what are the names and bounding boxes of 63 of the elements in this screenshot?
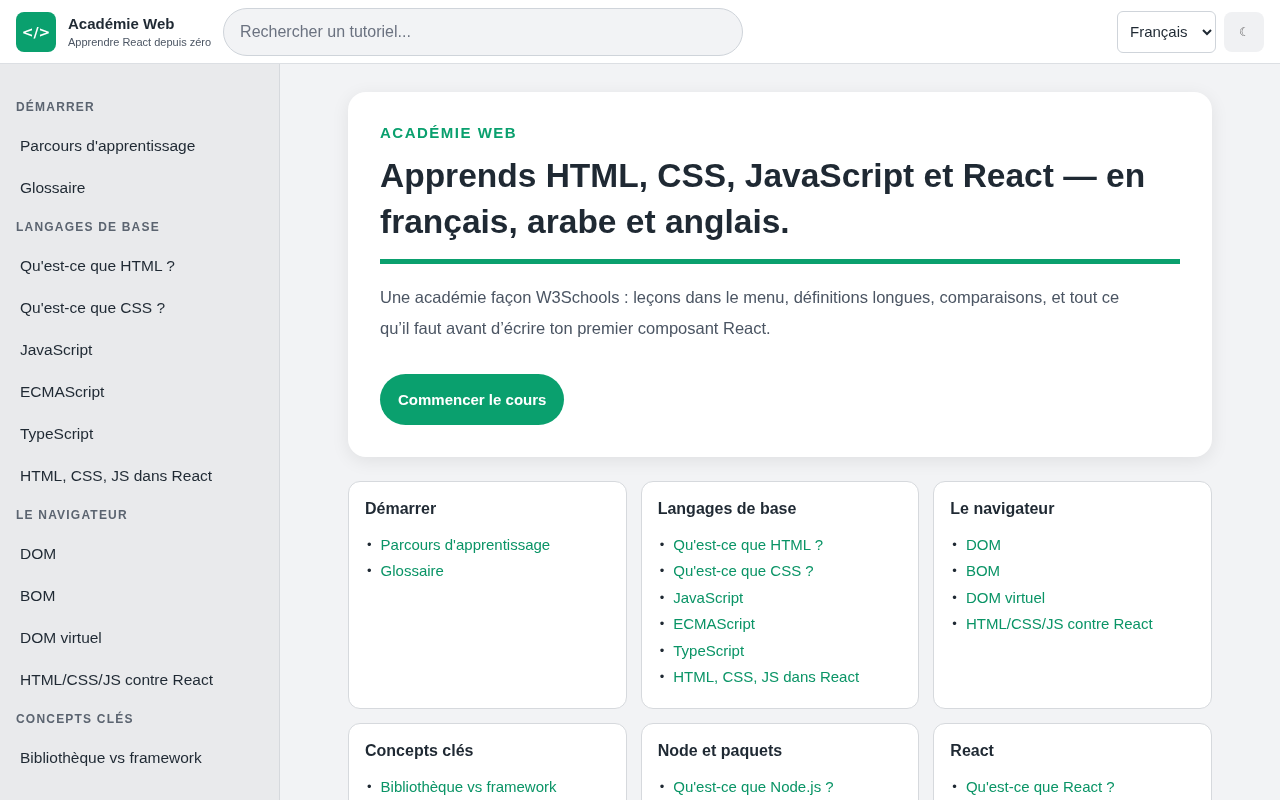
sidebar-section-title: LANGAGES DE BASE (16, 220, 161, 234)
bullet-icon: • (659, 532, 665, 559)
card-title: Langages de base (657, 500, 798, 518)
bullet-icon: • (659, 664, 665, 691)
topic-link[interactable]: BOM (965, 558, 1001, 585)
start-course-button[interactable]: Commencer le cours (380, 374, 565, 425)
bullet-icon: • (367, 774, 372, 800)
topic-link[interactable]: HTML, CSS, JS dans React (673, 664, 860, 691)
bullet-icon: • (952, 558, 957, 585)
sidebar-item[interactable]: Parcours d'apprentissage (16, 126, 263, 166)
card-title: Node et paquets (657, 742, 784, 760)
bullet-icon: • (367, 558, 372, 585)
sidebar-item[interactable]: HTML/CSS/JS contre React (16, 660, 263, 700)
hero-eyebrow: ACADÉMIE WEB (380, 124, 519, 141)
topic-link[interactable]: Qu'est-ce que CSS ? (673, 558, 814, 585)
bullet-icon: • (659, 558, 665, 585)
bullet-icon: • (659, 584, 665, 612)
site-title: Académie Web (68, 15, 176, 32)
site-subtitle: Apprendre React depuis zéro (68, 36, 212, 48)
logo-icon: </> (16, 11, 56, 52)
card-title: React (950, 742, 995, 760)
topic-link[interactable]: HTML/CSS/JS contre React (965, 611, 1153, 638)
hero-title: Apprends HTML, CSS, JavaScript et React — en français, arabe et anglais. (380, 153, 1180, 264)
bullet-icon: • (367, 532, 372, 559)
sidebar-item[interactable]: Qu'est-ce que CSS ? (16, 288, 263, 328)
theme-toggle-button[interactable]: ☾ (1224, 11, 1264, 52)
sidebar-item[interactable]: HTML, CSS, JS dans React (16, 456, 263, 496)
bullet-icon: • (952, 532, 957, 559)
sidebar-section-title: LE NAVIGATEUR (16, 508, 129, 522)
bullet-icon: • (659, 774, 665, 800)
topic-link[interactable]: Qu'est-ce que React ? (965, 774, 1115, 800)
card-title: Concepts clés (365, 742, 475, 760)
topic-link[interactable]: Qu'est-ce que HTML ? (673, 532, 824, 559)
bullet-icon: • (659, 637, 665, 665)
topic-link[interactable]: DOM (965, 532, 1001, 559)
bullet-icon: • (952, 611, 957, 638)
sidebar-section-title: DÉMARRER (16, 100, 96, 114)
sidebar-item[interactable]: BOM (16, 576, 263, 616)
search-field[interactable]: Rechercher un tutoriel... (223, 7, 744, 56)
topic-link[interactable]: Glossaire (380, 558, 444, 585)
sidebar-item[interactable]: ECMAScript (16, 372, 263, 412)
sidebar-item[interactable]: JavaScript (16, 330, 263, 370)
card-title: Le navigateur (950, 500, 1056, 518)
topic-link[interactable]: ECMAScript (673, 611, 755, 638)
topic-link[interactable]: DOM virtuel (965, 584, 1046, 612)
sidebar-item[interactable]: DOM (16, 534, 263, 574)
topic-link[interactable]: Qu'est-ce que Node.js ? (673, 774, 834, 800)
topic-link[interactable]: Bibliothèque vs framework (380, 774, 557, 800)
topic-link[interactable]: TypeScript (673, 637, 745, 665)
sidebar-item[interactable]: Bibliothèque vs framework (16, 738, 263, 778)
sidebar-item[interactable]: TypeScript (16, 414, 263, 454)
bullet-icon: • (952, 774, 957, 800)
card-title: Démarrer (365, 500, 438, 518)
sidebar-item[interactable]: DOM virtuel (16, 618, 263, 658)
sidebar-item[interactable]: Glossaire (16, 168, 263, 208)
bullet-icon: • (952, 584, 957, 612)
sidebar-item[interactable]: Qu'est-ce que HTML ? (16, 246, 263, 286)
hero-text: Une académie façon W3Schools : leçons dans le menu, définitions longues, comparaisons, et tout ce qu’il faut avant d’écrire ton premier composant React. (380, 287, 1121, 339)
language-select[interactable]: Français (1117, 10, 1216, 53)
bullet-icon: • (659, 611, 665, 638)
topic-link[interactable]: JavaScript (673, 584, 744, 612)
sidebar-section-title: CONCEPTS CLÉS (16, 712, 135, 726)
topic-link[interactable]: Parcours d'apprentissage (380, 532, 551, 559)
